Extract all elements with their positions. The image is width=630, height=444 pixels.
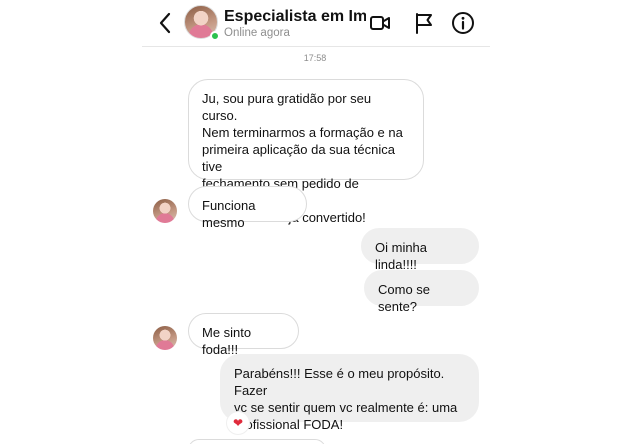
message-line: Ju, sou pura gratidão por seu curso. xyxy=(202,91,372,123)
message-line: primeira aplicação da sua técnica tive xyxy=(202,142,395,174)
message-line: Parabéns!!! Esse é o meu propósito. Faze… xyxy=(234,366,445,398)
flag-icon[interactable] xyxy=(412,11,436,35)
message-bubble-incoming[interactable]: Ju, sou pura gratidão por seu curso. Nem… xyxy=(188,79,424,225)
heart-reaction-icon[interactable]: ❤ xyxy=(227,412,249,434)
message-bubble-outgoing[interactable]: Parabéns!!! Esse é o meu propósito. Faze… xyxy=(220,354,479,432)
online-status-dot xyxy=(210,31,220,41)
message-bubble-outgoing[interactable]: Como se sente? xyxy=(364,270,479,314)
message-line: vc se sentir quem vc realmente é: uma xyxy=(234,400,458,415)
message-line: Funciona mesmo xyxy=(202,198,256,230)
contact-name[interactable]: Especialista em Im... xyxy=(224,8,366,26)
message-bubble-outgoing[interactable]: Oi minha linda!!!! xyxy=(361,228,479,272)
message-timestamp: 17:58 xyxy=(303,53,327,63)
sender-avatar[interactable] xyxy=(153,199,177,223)
message-bubble-incoming[interactable] xyxy=(188,439,326,444)
back-arrow-icon[interactable] xyxy=(156,10,174,36)
chat-header: Especialista em Im... Online agora xyxy=(142,0,490,47)
sender-avatar[interactable] xyxy=(153,326,177,350)
message-bubble-incoming[interactable]: Funciona mesmo xyxy=(188,186,307,230)
message-bubble-incoming[interactable]: Me sinto foda!!! xyxy=(188,313,299,357)
message-line: Oi minha linda!!!! xyxy=(375,240,428,272)
message-line: Como se sente? xyxy=(378,282,431,314)
message-line: profissional FODA! xyxy=(234,417,344,432)
message-line: Me sinto foda!!! xyxy=(202,325,252,357)
message-line: Nem terminarmos a formação e na xyxy=(202,125,403,140)
info-icon[interactable] xyxy=(451,11,475,35)
contact-status: Online agora xyxy=(224,27,290,39)
direct-message-screen: Especialista em Im... Online agora 17:58… xyxy=(0,0,630,444)
video-call-icon[interactable] xyxy=(368,11,392,35)
